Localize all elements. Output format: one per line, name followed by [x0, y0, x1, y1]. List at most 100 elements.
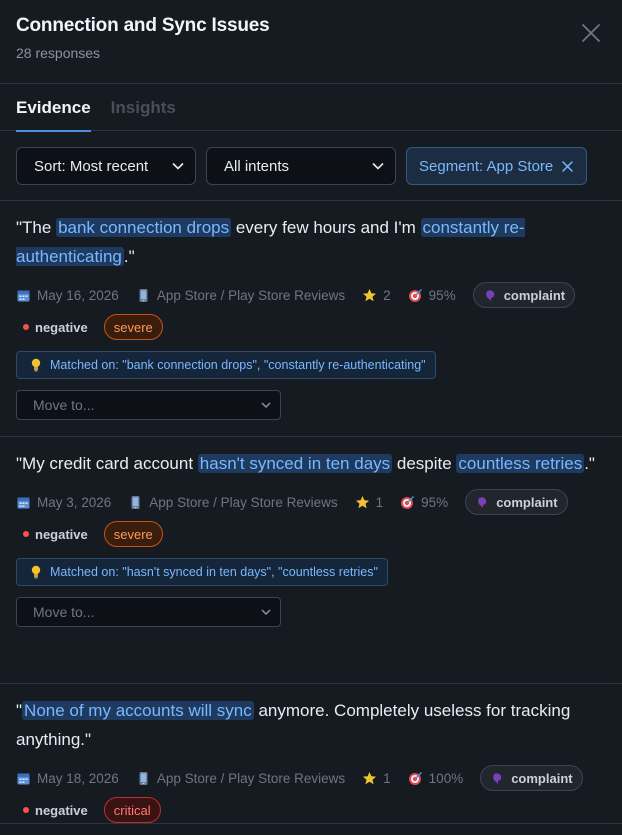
phone-icon [139, 771, 148, 785]
calendar-icon [17, 290, 30, 301]
tab-bar: Evidence Insights [0, 84, 622, 132]
sentiment-label: negative [35, 802, 88, 818]
source-meta: App Store / Play Store Reviews [136, 771, 345, 786]
highlighted-phrase: bank connection drops [56, 218, 232, 237]
chevron-down-icon [261, 402, 271, 409]
date-meta: May 18, 2026 [16, 771, 119, 786]
confidence-meta: 95% [408, 288, 456, 303]
tab-evidence[interactable]: Evidence [16, 84, 91, 132]
matched-keywords: Matched on: "bank connection drops", "co… [16, 351, 436, 379]
matched-keywords-label: Matched on: "bank connection drops", "co… [50, 358, 426, 372]
match-confidence: 95% [421, 494, 449, 510]
evidence-card: "My credit card account hasn't synced in… [0, 437, 622, 684]
response-date: May 18, 2026 [37, 770, 119, 786]
target-icon [401, 495, 415, 509]
rating-meta: 2 [362, 288, 391, 303]
evidence-tags: negative severe [16, 521, 606, 547]
move-to-placeholder: Move to... [33, 397, 95, 413]
evidence-card: "The bank connection drops every few hou… [0, 201, 622, 437]
evidence-quote: " None of my accounts will sync anymore. … [16, 701, 571, 749]
response-rating: 2 [383, 287, 391, 303]
sort-select-label: Sort: Most recent [34, 157, 149, 175]
matched-keywords: Matched on: "hasn't synced in ten days",… [16, 558, 388, 586]
date-meta: May 3, 2026 [16, 495, 111, 510]
segment-filter-chip[interactable]: Segment: App Store [406, 147, 588, 185]
severity-badge: severe [103, 314, 163, 340]
sort-select[interactable]: Sort: Most recent [16, 147, 196, 185]
star-icon [363, 771, 377, 784]
severity-badge: severe [103, 521, 163, 547]
response-rating: 1 [375, 494, 384, 510]
tab-insights[interactable]: Insights [111, 84, 176, 131]
response-rating: 1 [383, 770, 391, 786]
target-icon [408, 771, 422, 785]
intent-badge: complaint [465, 489, 568, 515]
rating-meta: 1 [362, 771, 391, 786]
source-meta: App Store / Play Store Reviews [136, 288, 345, 303]
intent-select-label: All intents [224, 157, 290, 175]
response-date: May 16, 2026 [37, 287, 119, 303]
chevron-down-icon [261, 609, 271, 616]
match-confidence: 100% [428, 770, 464, 786]
sentiment-label: negative [35, 526, 88, 542]
speech-icon [485, 289, 494, 301]
confidence-meta: 95% [400, 495, 448, 510]
response-source: App Store / Play Store Reviews [156, 770, 346, 786]
evidence-panel: Connection and Sync Issues 28 responses … [0, 0, 622, 835]
highlighted-phrase: countless retries [456, 454, 585, 473]
sentiment-dot [23, 324, 29, 330]
evidence-quote: "My credit card account hasn't synced in… [16, 454, 595, 473]
move-to-placeholder: Move to... [33, 604, 95, 620]
response-date: May 3, 2026 [37, 494, 112, 510]
source-meta: App Store / Play Store Reviews [128, 494, 338, 510]
panel-header: Connection and Sync Issues 28 responses [0, 0, 622, 84]
chevron-down-icon [372, 162, 384, 170]
response-count: 28 responses [16, 45, 101, 61]
calendar-icon [17, 497, 30, 508]
speech-icon [478, 496, 487, 508]
phone-icon [139, 288, 148, 302]
filter-bar: Sort: Most recent All intents Segment: A… [0, 131, 622, 201]
move-to-select[interactable]: Move to... [16, 597, 281, 627]
star-icon [355, 495, 369, 508]
chevron-down-icon [172, 162, 184, 170]
lightbulb-icon [31, 565, 41, 579]
page-title: Connection and Sync Issues [16, 15, 270, 36]
lightbulb-icon [31, 358, 41, 372]
evidence-meta: May 16, 2026 App Store / Play Store Revi… [16, 282, 606, 308]
severity-badge: critical [103, 797, 161, 823]
evidence-meta: May 3, 2026 App Store / Play Store Revie… [16, 489, 606, 515]
sentiment-badge: negative [16, 803, 88, 818]
star-icon [363, 288, 377, 301]
remove-filter-icon[interactable] [561, 160, 574, 173]
intent-badge: complaint [472, 282, 576, 308]
close-icon[interactable] [580, 22, 602, 44]
match-confidence: 95% [428, 287, 456, 303]
intent-label: complaint [511, 770, 573, 786]
intent-label: complaint [496, 494, 558, 510]
sentiment-label: negative [35, 319, 88, 335]
sentiment-badge: negative [16, 527, 88, 542]
date-meta: May 16, 2026 [16, 288, 119, 303]
speech-icon [493, 772, 502, 784]
move-to-select[interactable]: Move to... [16, 390, 281, 420]
sentiment-badge: negative [16, 320, 88, 335]
evidence-list: "The bank connection drops every few hou… [0, 201, 622, 824]
intent-select[interactable]: All intents [206, 147, 396, 185]
calendar-icon [17, 773, 30, 784]
intent-label: complaint [503, 287, 566, 303]
phone-icon [131, 495, 140, 509]
confidence-meta: 100% [408, 770, 464, 786]
highlighted-phrase: None of my accounts will sync [22, 701, 254, 720]
matched-keywords-label: Matched on: "hasn't synced in ten days",… [50, 565, 378, 579]
evidence-card: " None of my accounts will sync anymore. … [0, 684, 622, 824]
target-icon [408, 288, 422, 302]
highlighted-phrase: hasn't synced in ten days [197, 454, 393, 473]
sentiment-dot [23, 531, 29, 537]
response-source: App Store / Play Store Reviews [149, 494, 338, 510]
intent-badge: complaint [480, 765, 583, 791]
rating-meta: 1 [355, 494, 384, 510]
evidence-tags: negative severe [16, 314, 606, 340]
evidence-quote: "The bank connection drops every few hou… [16, 218, 525, 266]
sentiment-dot [23, 807, 29, 813]
